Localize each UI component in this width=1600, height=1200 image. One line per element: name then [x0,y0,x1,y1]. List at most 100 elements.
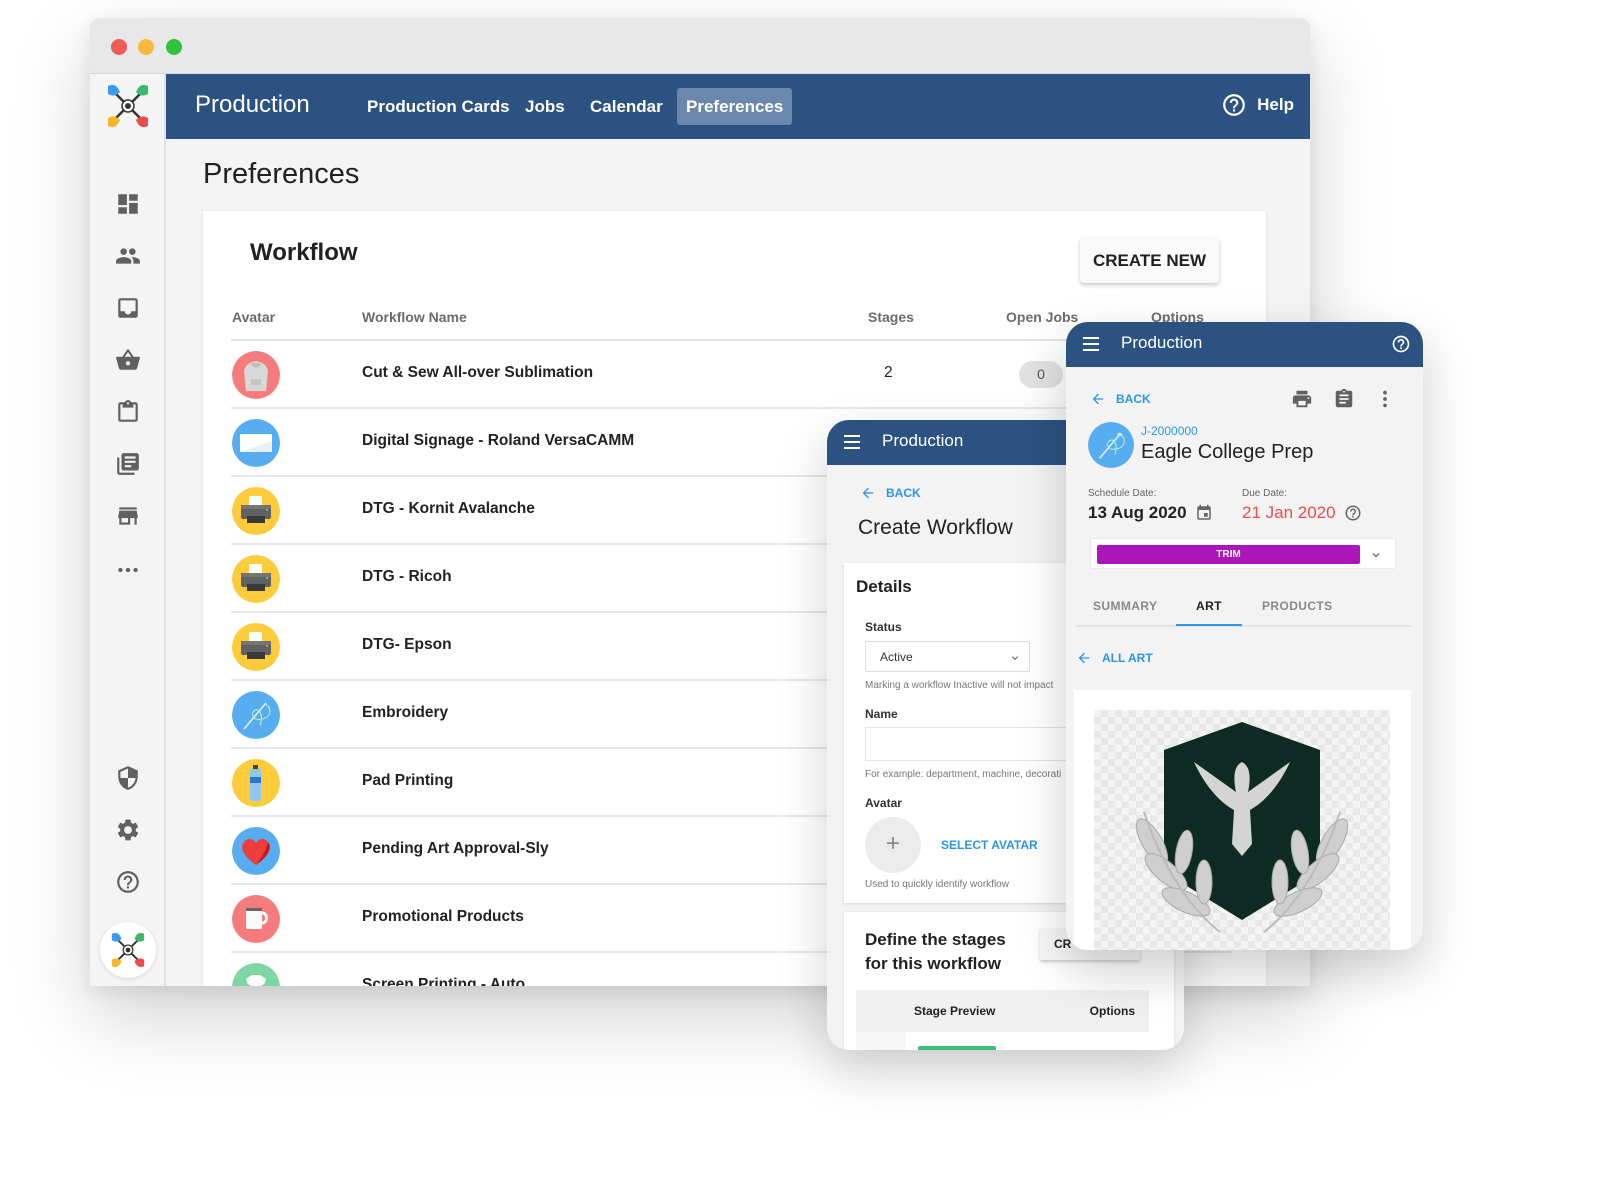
stage-row[interactable] [856,1032,1149,1050]
add-avatar-button[interactable]: + [865,817,921,873]
help-button[interactable]: Help [1221,92,1294,118]
schedule-date-value: 13 Aug 2020 [1088,503,1187,522]
inbox-icon[interactable] [114,294,142,322]
shield-icon[interactable] [114,764,142,792]
menu-icon[interactable] [1083,337,1099,351]
workflow-name: DTG - Ricoh [362,568,452,585]
hoodie-avatar-icon [232,351,280,399]
workflow-name: DTG- Epson [362,636,452,653]
shirt-avatar-icon [232,963,280,986]
job-detail-panel: Production BACK J-2000000 Eagle College … [1066,322,1423,950]
all-art-label: ALL ART [1102,651,1153,665]
back-label: BACK [1116,392,1151,406]
all-art-button[interactable]: ALL ART [1076,650,1153,666]
workflow-name: Cut & Sew All-over Sublimation [362,364,594,381]
avatar-hint: Used to quickly identify workflow [865,879,1009,890]
nav-jobs[interactable]: Jobs [516,88,574,125]
workflow-name: Embroidery [362,704,449,721]
menu-icon[interactable] [844,435,860,449]
app-title: Production [195,91,310,118]
workflow-name: Pending Art Approval-Sly [362,840,549,857]
back-label: BACK [886,486,921,500]
help-label: Help [1257,95,1294,114]
people-icon[interactable] [114,242,142,270]
printer-avatar-icon [232,623,280,671]
nav-calendar[interactable]: Calendar [581,88,672,125]
schedule-date[interactable]: 13 Aug 2020 [1088,503,1213,523]
arrow-left-icon [1078,652,1090,664]
job-id[interactable]: J-2000000 [1141,424,1198,438]
calendar-icon[interactable] [1195,504,1213,522]
due-date-value: 21 Jan 2020 [1242,503,1336,522]
more-vert-icon[interactable] [1374,388,1396,410]
chevron-down-icon [1012,656,1018,660]
stage-table-header: Stage Preview Options [856,990,1149,1032]
needle-icon [1088,422,1134,468]
panel-header: Production [1066,322,1423,367]
job-tabs: SUMMARY ART PRODUCTS [1076,587,1411,627]
col-stages[interactable]: Stages [868,309,914,325]
page-title: Preferences [203,158,360,190]
more-icon[interactable] [114,556,142,584]
panel-app-title: Production [1121,333,1203,352]
dashboard-icon[interactable] [114,190,142,218]
printer-avatar-icon [232,487,280,535]
details-title: Details [856,577,912,596]
schedule-date-label: Schedule Date: [1088,488,1157,499]
select-avatar-button[interactable]: SELECT AVATAR [941,838,1038,852]
col-workflow-name[interactable]: Workflow Name [362,309,467,325]
nav-preferences[interactable]: Preferences [677,88,793,125]
app-logo-icon[interactable] [102,80,154,132]
store-icon[interactable] [114,502,142,530]
basket-icon[interactable] [114,346,142,374]
print-icon[interactable] [1291,388,1313,410]
help-circle-icon[interactable] [1391,334,1411,354]
help-icon[interactable] [114,868,142,896]
status-dropdown[interactable]: TRIM [1090,538,1396,569]
gear-icon[interactable] [114,816,142,844]
user-avatar[interactable] [100,922,156,978]
close-window-button[interactable] [111,39,127,55]
heart-avatar-icon [232,827,280,875]
due-date: 21 Jan 2020 [1242,503,1362,523]
tab-summary[interactable]: SUMMARY [1093,599,1157,613]
back-button[interactable]: BACK [860,485,921,501]
window-titlebar [90,18,1310,74]
help-circle-icon[interactable] [1344,504,1362,522]
workflow-name: Pad Printing [362,772,454,789]
eagle-crest-icon [1135,722,1349,933]
nav-production-cards[interactable]: Production Cards [358,88,519,125]
name-hint: For example: department, machine, decora… [865,769,1062,780]
artwork-image[interactable] [1094,710,1390,950]
arrow-left-icon [862,487,874,499]
status-select[interactable]: Active [865,641,1030,672]
workflow-name: DTG - Kornit Avalanche [362,500,535,517]
job-name: Eagle College Prep [1141,441,1314,463]
assignment-icon[interactable] [1333,388,1355,410]
create-new-button[interactable]: CREATE NEW [1080,238,1219,283]
art-card [1074,690,1411,950]
minimize-window-button[interactable] [138,39,154,55]
workflow-name: Digital Signage - Roland VersaCAMM [362,432,635,449]
banner-avatar-icon [232,419,280,467]
back-button[interactable]: BACK [1090,391,1151,407]
open-jobs-badge[interactable]: 0 [1019,361,1063,388]
sidebar [90,74,166,986]
tab-products[interactable]: PRODUCTS [1262,599,1333,613]
due-date-label: Due Date: [1242,488,1288,499]
active-tab-indicator [1176,624,1242,626]
help-circle-icon [1223,94,1245,116]
tab-art[interactable]: ART [1196,599,1222,613]
bottle-avatar-icon [232,759,280,807]
status-hint: Marking a workflow Inactive will not imp… [865,680,1054,691]
avatar-label: Avatar [865,796,902,810]
library-icon[interactable] [114,450,142,478]
col-stage-preview: Stage Preview [914,1004,996,1018]
stage-color-bar [918,1046,996,1050]
workflow-name: Screen Printing - Auto [362,976,526,986]
status-badge: TRIM [1097,545,1360,564]
col-stage-options: Options [1089,1004,1135,1018]
status-label: Status [865,620,902,634]
maximize-window-button[interactable] [166,39,182,55]
clipboard-icon[interactable] [114,398,142,426]
